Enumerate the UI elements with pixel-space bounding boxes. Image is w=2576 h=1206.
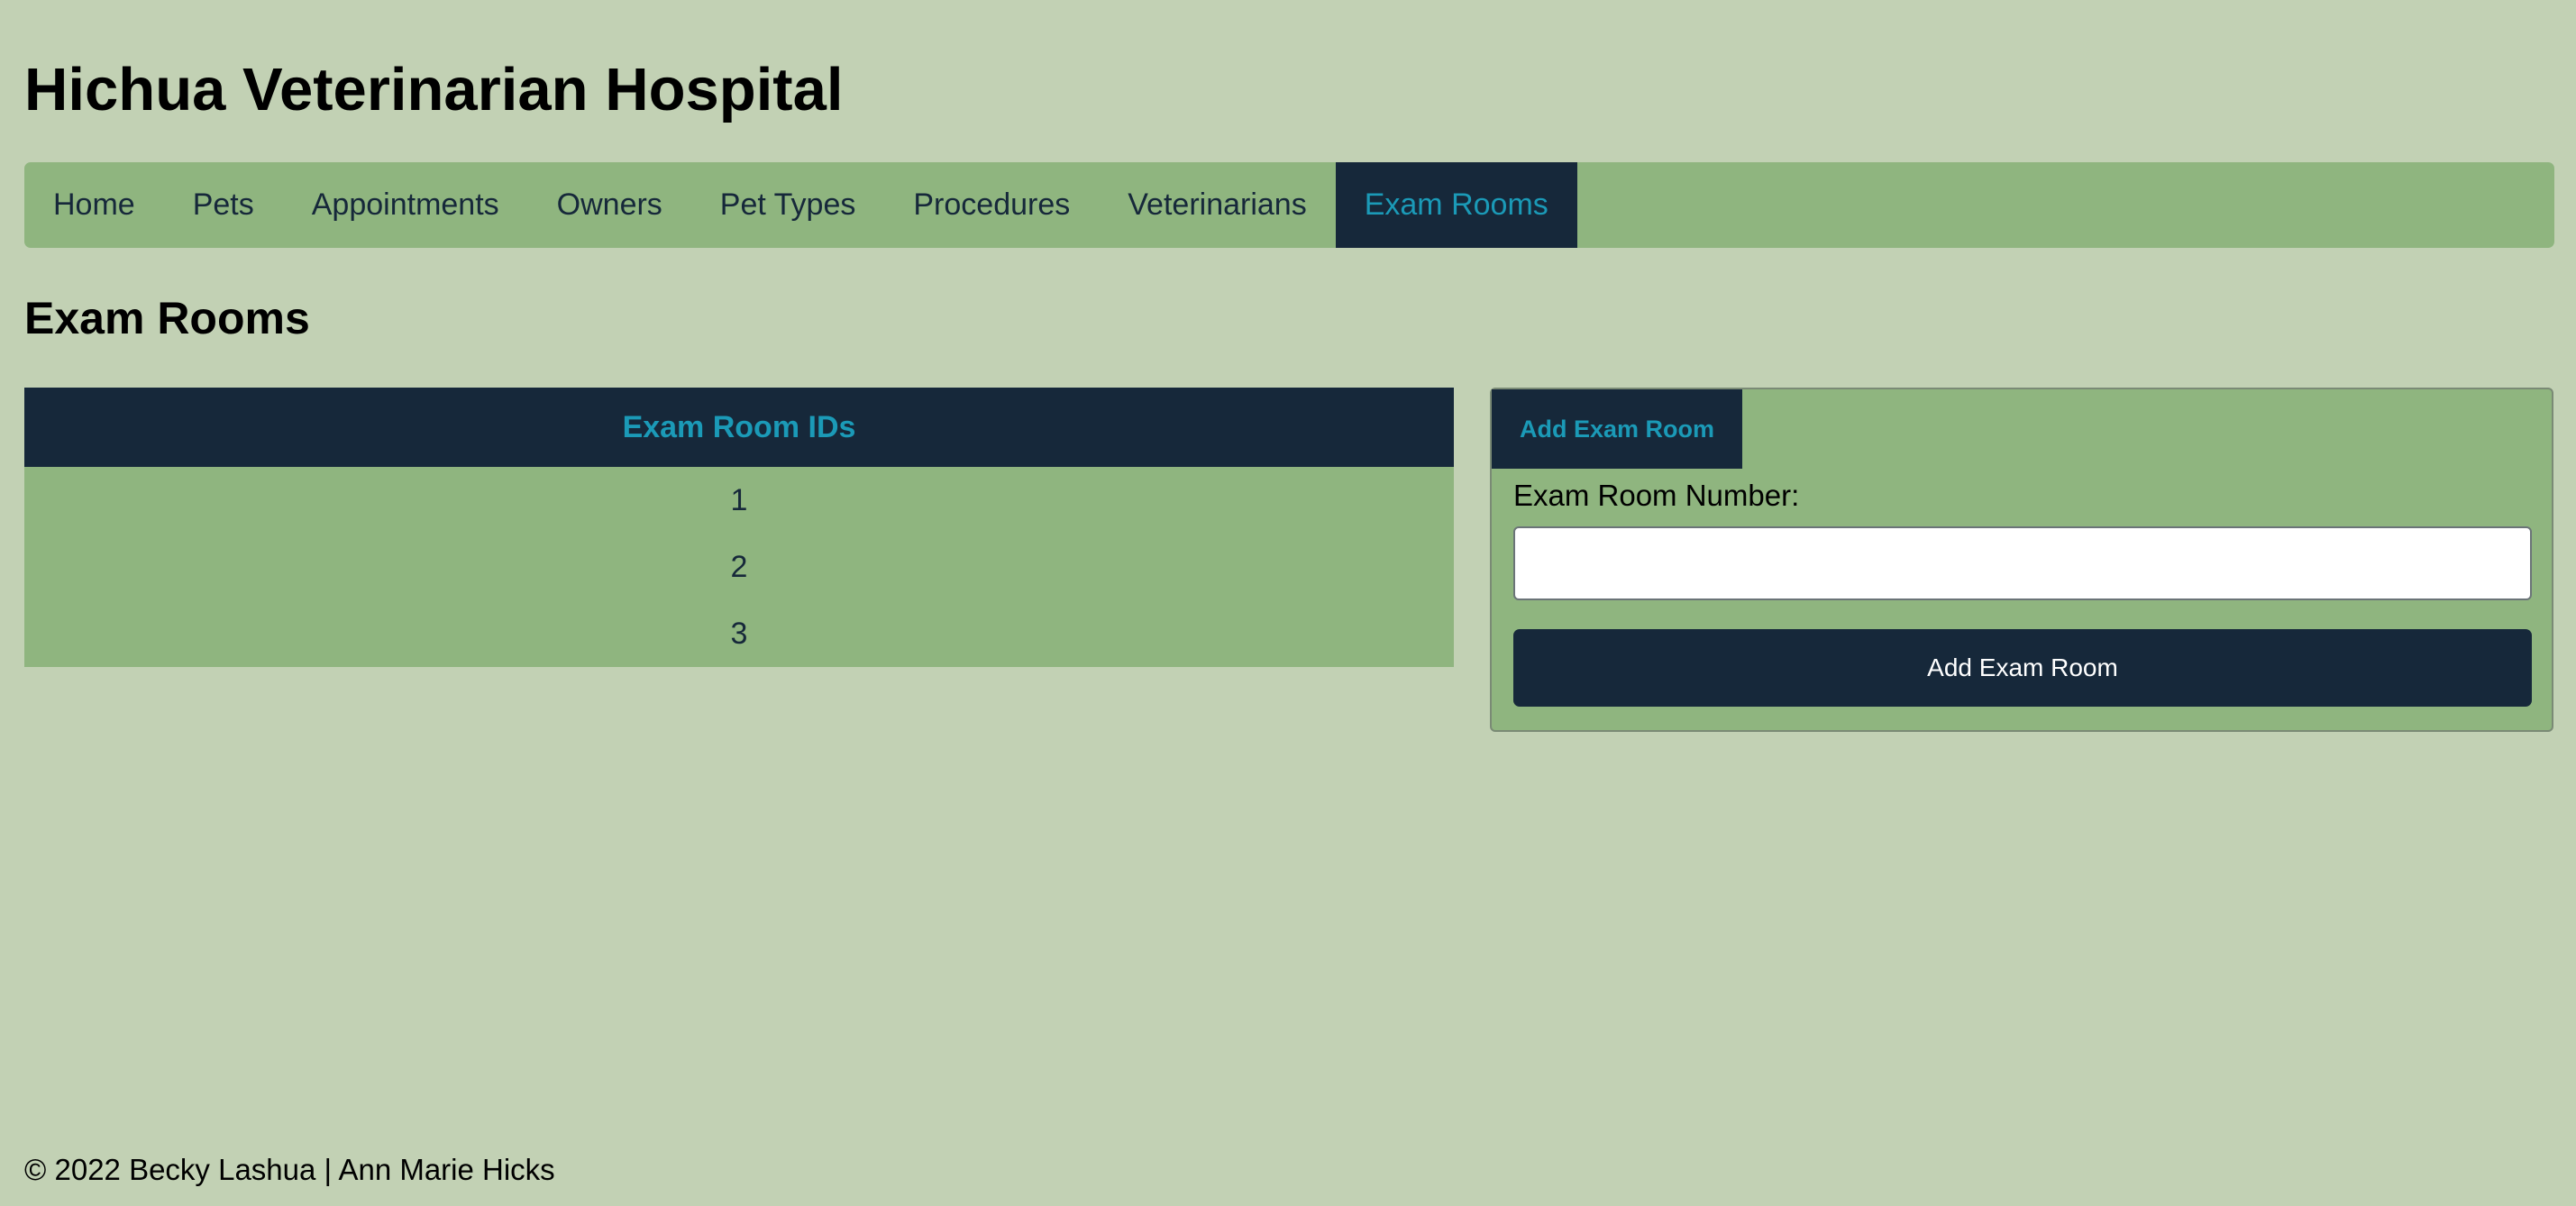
nav-item-pet-types[interactable]: Pet Types <box>691 162 885 248</box>
main-navbar: Home Pets Appointments Owners Pet Types … <box>24 162 2554 248</box>
exam-room-number-input[interactable] <box>1513 526 2532 600</box>
nav-item-pets[interactable]: Pets <box>164 162 283 248</box>
column-header-exam-room-ids: Exam Room IDs <box>24 388 1454 467</box>
add-exam-room-button[interactable]: Add Exam Room <box>1513 629 2532 707</box>
footer-credits: © 2022 Becky Lashua | Ann Marie Hicks <box>24 1153 555 1186</box>
exam-room-number-label: Exam Room Number: <box>1513 479 1800 512</box>
add-exam-room-tab[interactable]: Add Exam Room <box>1492 389 1742 469</box>
nav-item-owners[interactable]: Owners <box>528 162 691 248</box>
table-cell-room-id: 2 <box>24 534 1454 600</box>
table-row: 3 <box>24 600 1454 667</box>
table-cell-room-id: 1 <box>24 467 1454 534</box>
nav-item-exam-rooms[interactable]: Exam Rooms <box>1335 162 1577 248</box>
nav-item-veterinarians[interactable]: Veterinarians <box>1099 162 1335 248</box>
site-title: Hichua Veterinarian Hospital <box>24 56 844 123</box>
nav-item-appointments[interactable]: Appointments <box>283 162 528 248</box>
nav-item-procedures[interactable]: Procedures <box>884 162 1099 248</box>
table-row: 1 <box>24 467 1454 534</box>
exam-rooms-table: Exam Room IDs 1 2 3 <box>24 388 1454 667</box>
table-cell-room-id: 3 <box>24 600 1454 667</box>
nav-item-home[interactable]: Home <box>24 162 164 248</box>
table-row: 2 <box>24 534 1454 600</box>
add-exam-room-panel: Add Exam Room Exam Room Number: Add Exam… <box>1490 388 2553 732</box>
page-heading: Exam Rooms <box>24 293 310 343</box>
table-header-row: Exam Room IDs <box>24 388 1454 467</box>
